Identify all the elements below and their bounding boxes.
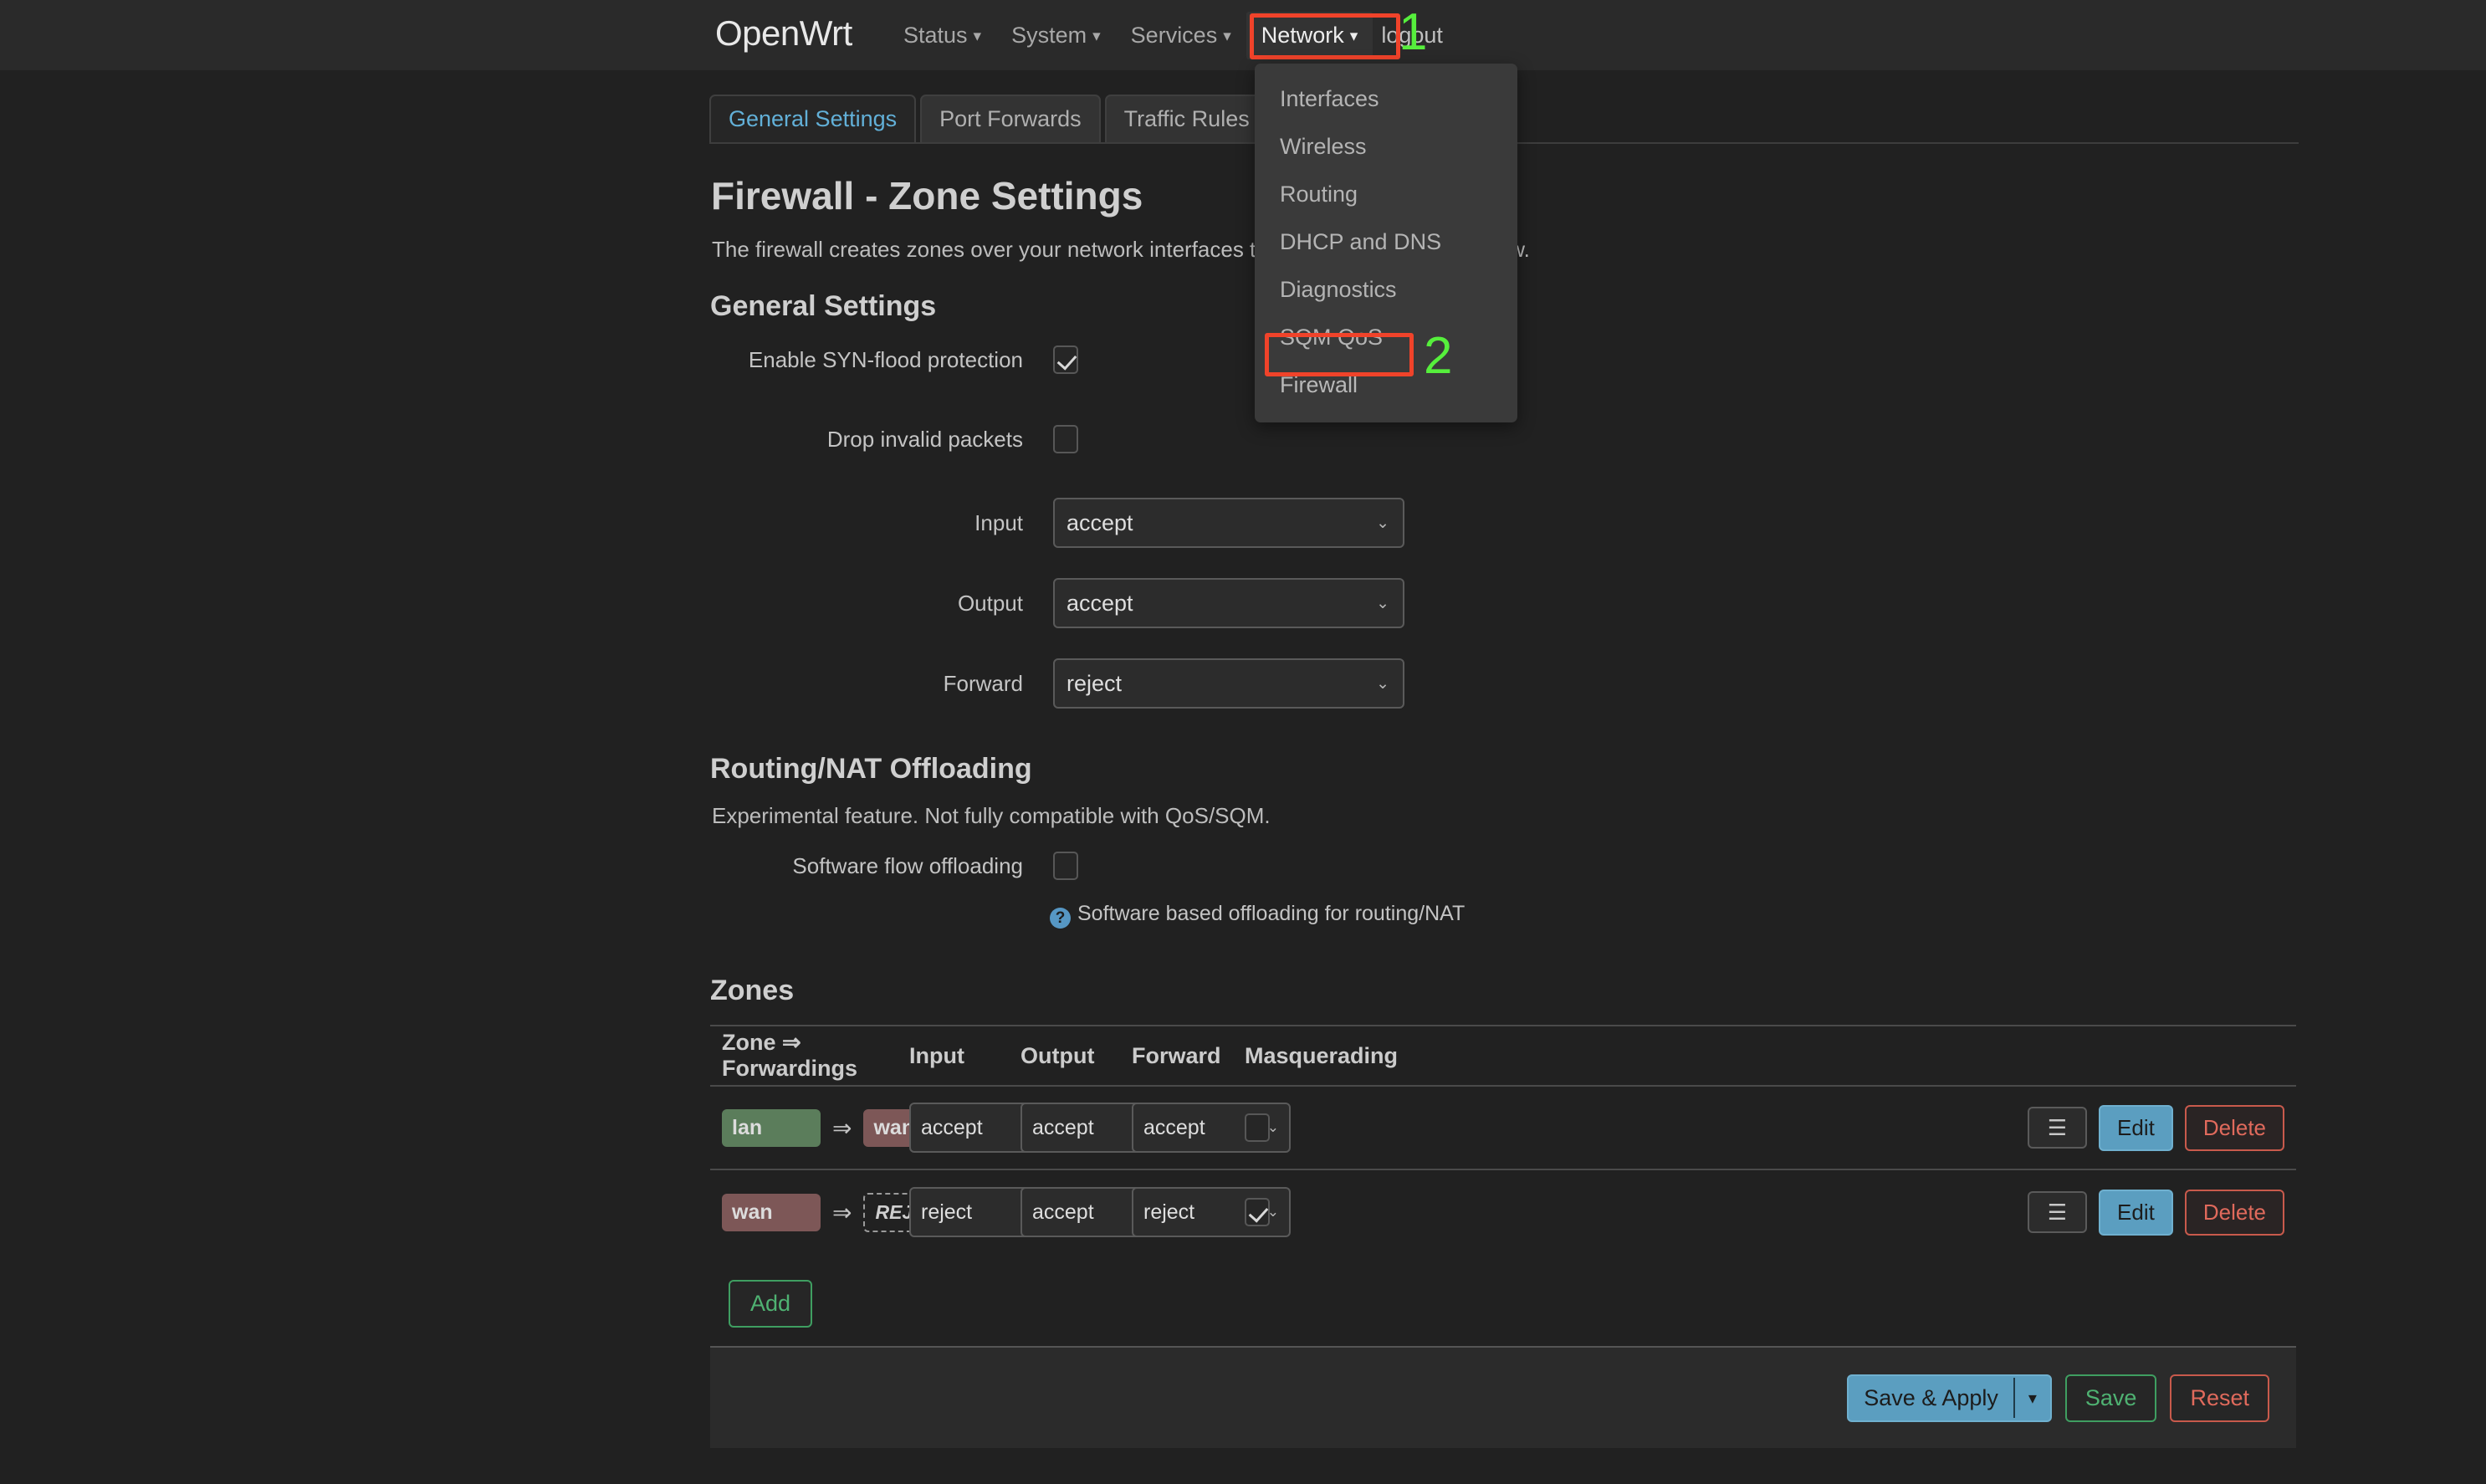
openwrt-logo: OpenWrt [715, 13, 852, 53]
drop-invalid-checkbox[interactable] [1053, 425, 1078, 453]
save-and-apply-button[interactable]: Save & Apply ▾ [1847, 1374, 2052, 1422]
forward-arrow-icon: ⇒ [832, 1199, 852, 1226]
output-policy-select[interactable]: accept ⌄ [1053, 578, 1404, 628]
input-policy-select[interactable]: accept ⌄ [1053, 498, 1404, 548]
network-dropdown-menu: Interfaces Wireless Routing DHCP and DNS… [1255, 64, 1517, 422]
section-title-zones: Zones [710, 975, 795, 1006]
zone-badge-source[interactable]: lan [722, 1108, 821, 1147]
field-row-drop-invalid: Drop invalid packets [710, 425, 1078, 453]
nav-items: Status ▾ System ▾ Services ▾ Network ▾ logou… [888, 0, 1451, 70]
field-row-syn-flood: Enable SYN-flood protection [710, 345, 1078, 374]
row-forward-value: accept [1143, 1115, 1205, 1139]
column-header-input: Input [909, 1042, 964, 1068]
drag-handle-icon[interactable]: ☰ [2027, 1107, 2088, 1149]
offloading-hint: ? Software based offloading for routing/N… [1050, 902, 1465, 929]
dropdown-item-firewall[interactable]: Firewall [1255, 361, 1517, 409]
dropdown-item-interfaces[interactable]: Interfaces [1255, 75, 1517, 123]
field-row-input: Input accept ⌄ [710, 498, 1404, 548]
chevron-down-icon: ▾ [1349, 27, 1358, 45]
column-header-output: Output [1020, 1042, 1095, 1068]
dropdown-item-sqm-qos[interactable]: SQM QoS [1255, 314, 1517, 361]
forward-policy-label: Forward [943, 670, 1023, 696]
dropdown-item-wireless[interactable]: Wireless [1255, 123, 1517, 171]
output-policy-value: accept [1067, 590, 1133, 616]
nav-item-system[interactable]: System ▾ [996, 12, 1116, 59]
row-input-value: reject [921, 1200, 973, 1224]
nav-item-status-label: Status [903, 22, 968, 48]
chevron-down-icon: ▾ [973, 27, 982, 45]
help-icon: ? [1050, 908, 1071, 929]
table-row: wan ⇒ REJECT reject ⌄ accept ⌄ reject [710, 1170, 2296, 1254]
delete-button[interactable]: Delete [2184, 1189, 2284, 1236]
drag-handle-icon[interactable]: ☰ [2027, 1191, 2088, 1233]
dropdown-item-diagnostics[interactable]: Diagnostics [1255, 266, 1517, 314]
tab-traffic-rules[interactable]: Traffic Rules [1104, 95, 1269, 142]
dropdown-item-dhcp-and-dns[interactable]: DHCP and DNS [1255, 218, 1517, 266]
nav-item-network-label: Network [1261, 22, 1344, 48]
nav-item-status[interactable]: Status ▾ [888, 12, 996, 59]
chevron-down-icon: ▾ [1092, 27, 1101, 45]
forward-arrow-icon: ⇒ [832, 1114, 852, 1141]
tab-port-forwards[interactable]: Port Forwards [920, 95, 1101, 142]
nav-item-services-label: Services [1130, 22, 1218, 48]
nav-item-network[interactable]: Network ▾ [1246, 11, 1373, 59]
column-header-forward: Forward [1132, 1042, 1221, 1068]
reset-button[interactable]: Reset [2170, 1374, 2269, 1422]
chevron-down-icon: ⌄ [1376, 674, 1389, 693]
row-output-value: accept [1032, 1200, 1094, 1224]
row-input-value: accept [921, 1115, 983, 1139]
save-and-apply-label: Save & Apply [1864, 1384, 1998, 1410]
software-flow-offloading-label: Software flow offloading [792, 852, 1023, 878]
chevron-down-icon: ⌄ [1376, 594, 1389, 612]
forward-policy-select[interactable]: reject ⌄ [1053, 658, 1404, 709]
drop-invalid-label: Drop invalid packets [826, 426, 1023, 452]
forward-policy-value: reject [1067, 670, 1123, 696]
input-policy-value: accept [1067, 509, 1133, 535]
delete-button[interactable]: Delete [2184, 1104, 2284, 1151]
chevron-down-icon: ⌄ [1376, 514, 1389, 532]
edit-button[interactable]: Edit [2099, 1104, 2173, 1151]
field-row-forward: Forward reject ⌄ [710, 658, 1404, 709]
zones-table-header: Zone ⇒ Forwardings Input Output Forward … [710, 1025, 2296, 1087]
form-footer: Save & Apply ▾ Save Reset [710, 1346, 2296, 1448]
table-row: lan ⇒ wan accept ⌄ accept ⌄ accept ⌄ [710, 1087, 2296, 1170]
nav-item-services[interactable]: Services ▾ [1116, 12, 1246, 59]
field-row-output: Output accept ⌄ [710, 578, 1404, 628]
column-header-masquerading: Masquerading [1245, 1042, 1399, 1068]
output-policy-label: Output [957, 590, 1023, 616]
page-title: Firewall - Zone Settings [711, 174, 1143, 217]
row-masquerading-checkbox[interactable] [1245, 1113, 1270, 1142]
chevron-down-icon: ▾ [1223, 27, 1231, 45]
offloading-description: Experimental feature. Not fully compatib… [712, 803, 1271, 828]
row-output-value: accept [1032, 1115, 1094, 1139]
row-forward-value: reject [1143, 1200, 1195, 1224]
section-title-offloading: Routing/NAT Offloading [710, 753, 1032, 785]
zone-badge-source[interactable]: wan [722, 1193, 821, 1231]
section-title-general-settings: General Settings [710, 290, 937, 322]
dropdown-item-routing[interactable]: Routing [1255, 171, 1517, 218]
add-zone-button[interactable]: Add [729, 1280, 813, 1328]
offloading-hint-text: Software based offloading for routing/NA… [1077, 902, 1466, 925]
field-row-software-flow-offloading: Software flow offloading [710, 852, 1078, 880]
edit-button[interactable]: Edit [2099, 1189, 2173, 1236]
row-masquerading-checkbox[interactable] [1245, 1198, 1270, 1226]
tab-general-settings[interactable]: General Settings [709, 95, 917, 142]
save-button[interactable]: Save [2064, 1374, 2157, 1422]
chevron-down-icon[interactable]: ▾ [2015, 1379, 2050, 1418]
zones-table: Zone ⇒ Forwardings Input Output Forward … [710, 1025, 2296, 1254]
syn-flood-checkbox[interactable] [1053, 345, 1078, 374]
logout-link[interactable]: logout [1373, 12, 1451, 59]
top-navigation-bar: OpenWrt Status ▾ System ▾ Services ▾ Networ… [0, 0, 2486, 70]
syn-flood-label: Enable SYN-flood protection [748, 346, 1023, 372]
input-policy-label: Input [974, 509, 1023, 535]
column-header-zone: Zone ⇒ Forwardings [722, 1030, 858, 1081]
software-flow-offloading-checkbox[interactable] [1053, 852, 1078, 880]
nav-item-system-label: System [1011, 22, 1087, 48]
